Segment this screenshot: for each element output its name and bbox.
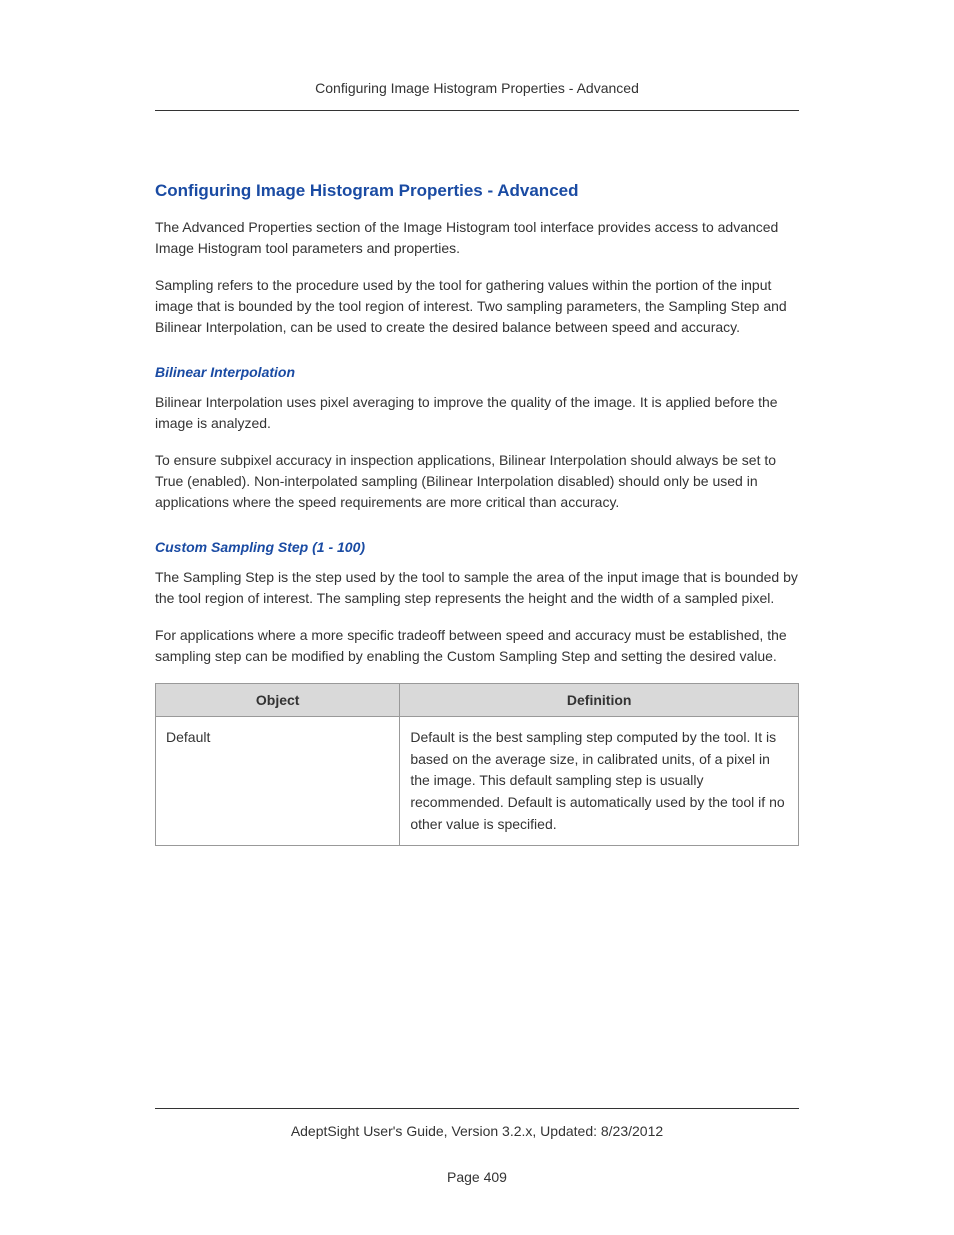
running-title: Configuring Image Histogram Properties -… [315,80,639,96]
sampling-paragraph-1: The Sampling Step is the step used by th… [155,567,799,609]
sampling-paragraph-2: For applications where a more specific t… [155,625,799,667]
bilinear-paragraph-1: Bilinear Interpolation uses pixel averag… [155,392,799,434]
bilinear-paragraph-2: To ensure subpixel accuracy in inspectio… [155,450,799,513]
table-cell-object: Default [156,717,400,846]
intro-paragraph-1: The Advanced Properties section of the I… [155,217,799,259]
page-header: Configuring Image Histogram Properties -… [155,80,799,111]
table-header-object: Object [156,684,400,717]
table-cell-definition: Default is the best sampling step comput… [400,717,799,846]
page-title: Configuring Image Histogram Properties -… [155,181,799,201]
footer-page-number: Page 409 [155,1169,799,1185]
intro-paragraph-2: Sampling refers to the procedure used by… [155,275,799,338]
page-footer: AdeptSight User's Guide, Version 3.2.x, … [155,1108,799,1185]
table-header-definition: Definition [400,684,799,717]
definition-table: Object Definition Default Default is the… [155,683,799,846]
section-heading-bilinear: Bilinear Interpolation [155,364,799,380]
footer-guide-info: AdeptSight User's Guide, Version 3.2.x, … [155,1123,799,1139]
section-heading-sampling: Custom Sampling Step (1 - 100) [155,539,799,555]
table-row: Default Default is the best sampling ste… [156,717,799,846]
